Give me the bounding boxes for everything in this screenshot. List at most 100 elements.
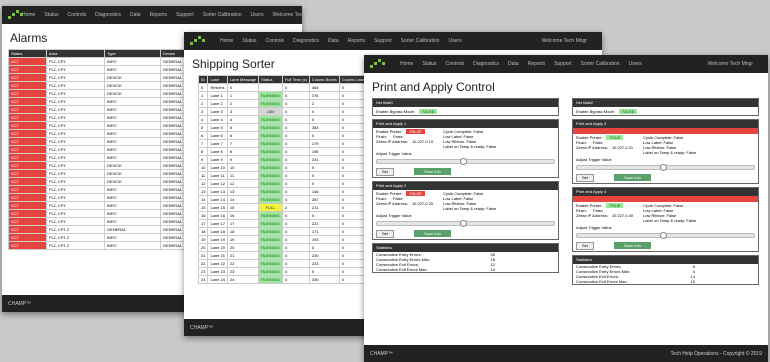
enable-toggle[interactable]: TRUE — [606, 135, 624, 140]
table-row[interactable]: 9 Lane 9 9 RUNNING 0 241 0 — [197, 155, 370, 164]
table-cell: 19 — [226, 235, 260, 244]
nav-item-home[interactable]: Home — [220, 38, 233, 44]
enable-toggle[interactable]: TRUE — [606, 203, 624, 208]
table-row[interactable]: 3 Lane 3 3 JAM 0 0 0 — [197, 107, 370, 116]
table-cell: INFO — [103, 97, 161, 106]
table-row[interactable]: 7 Lane 7 7 RUNNING 0 179 0 — [197, 139, 370, 148]
nav-item-users[interactable]: Users — [629, 61, 642, 67]
set-button[interactable]: Set — [576, 241, 595, 250]
trigger-slider[interactable] — [376, 220, 555, 227]
table-cell: 0 — [308, 211, 340, 220]
table-row[interactable]: 24 Lane 24 24 RUNNING 0 330 0 — [197, 275, 370, 284]
nav-item-status[interactable]: Status — [422, 61, 436, 67]
table-cell: 233 — [308, 259, 340, 268]
table-row[interactable]: 0 Returns 0 0 464 0 — [197, 83, 370, 92]
table-row[interactable]: 14 Lane 14 14 RUNNING 0 287 0 — [197, 195, 370, 204]
nav-item-data[interactable]: Data — [130, 12, 141, 18]
table-row[interactable]: 20 Lane 20 20 RUNNING 0 0 0 — [197, 243, 370, 252]
slider-thumb[interactable] — [660, 232, 668, 239]
set-button[interactable]: Set — [376, 229, 395, 238]
nav-item-reports[interactable]: Reports — [150, 12, 168, 18]
enable-toggle[interactable]: FALSE — [406, 129, 425, 134]
table-cell: 0 — [308, 267, 340, 276]
table-row[interactable]: 2 Lane 2 2 RUNNING 0 2 0 — [197, 99, 370, 108]
status-line: Label on Tamp & ready: False — [643, 218, 697, 223]
nav-item-diagnostics[interactable]: Diagnostics — [473, 61, 499, 67]
table-row[interactable]: 1 Lane 1 1 RUNNING 0 376 0 — [197, 91, 370, 100]
table-cell: PLC CP1 2 — [45, 225, 105, 234]
table-row[interactable]: 21 Lane 21 21 RUNNING 0 230 0 — [197, 251, 370, 260]
table-cell: PLC CP1 — [45, 97, 105, 106]
nav-item-controls[interactable]: Controls — [68, 12, 87, 18]
mab-panel: Set Mab2 Enable Bypass Mode: FALSE — [572, 98, 759, 116]
welcome-user-menu[interactable]: Welcome Tech Mngr — [708, 61, 753, 67]
nav-item-sorter-calibration[interactable]: Sorter Calibration — [581, 61, 620, 67]
nav-item-support[interactable]: Support — [374, 38, 392, 44]
trigger-slider[interactable] — [576, 164, 755, 171]
table-row[interactable]: 8 Lane 8 8 RUNNING 0 195 0 — [197, 147, 370, 156]
table-row[interactable]: 13 Lane 13 13 RUNNING 0 146 0 — [197, 187, 370, 196]
save-info-button[interactable]: Save Info — [614, 174, 651, 181]
save-info-button[interactable]: Save Info — [414, 168, 451, 175]
nav-item-controls[interactable]: Controls — [446, 61, 465, 67]
table-cell: PLC CP1 2 — [45, 241, 105, 250]
lane-status-cell: RUNNING — [258, 211, 283, 220]
nav-item-users[interactable]: Users — [251, 12, 264, 18]
nav-item-sorter-calibration[interactable]: Sorter Calibration — [401, 38, 440, 44]
table-row[interactable]: 16 Lane 16 16 RUNNING 0 0 0 — [197, 211, 370, 220]
table-row[interactable]: 19 Lane 19 19 RUNNING 0 193 0 — [197, 235, 370, 244]
table-row[interactable]: 4 Lane 4 4 RUNNING 0 0 0 — [197, 115, 370, 124]
trigger-slider[interactable] — [376, 158, 555, 165]
table-row[interactable]: 23 Lane 23 23 RUNNING 0 0 0 — [197, 267, 370, 276]
nav-item-controls[interactable]: Controls — [266, 38, 285, 44]
ip-value: 10.227.0.31 — [611, 145, 634, 150]
table-row[interactable]: 15 Lane 15 15 FULL 2 211 0 — [197, 203, 370, 212]
nav-item-data[interactable]: Data — [328, 38, 339, 44]
nav-item-reports[interactable]: Reports — [528, 61, 546, 67]
alarm-status-cell: ACT — [8, 209, 47, 218]
table-row[interactable]: 22 Lane 22 22 RUNNING 0 233 0 — [197, 259, 370, 268]
table-cell: Lane 11 — [207, 171, 228, 180]
nav-item-support[interactable]: Support — [554, 61, 572, 67]
set-button[interactable]: Set — [576, 173, 595, 182]
table-cell: Lane 1 — [207, 91, 228, 100]
trigger-slider[interactable] — [576, 232, 755, 239]
nav-item-status[interactable]: Status — [44, 12, 58, 18]
enable-toggle[interactable]: FALSE — [406, 191, 425, 196]
nav-item-home[interactable]: Home — [400, 61, 413, 67]
table-row[interactable]: 18 Lane 18 18 RUNNING 0 171 0 — [197, 227, 370, 236]
lane-status-cell: JAM — [258, 107, 283, 116]
set-button[interactable]: Set — [376, 167, 395, 176]
table-row[interactable]: 6 Lane 6 6 RUNNING 0 0 0 — [197, 131, 370, 140]
lane-status-cell: RUNNING — [258, 91, 283, 100]
nav-item-diagnostics[interactable]: Diagnostics — [293, 38, 319, 44]
save-info-button[interactable]: Save Info — [614, 242, 651, 249]
nav-item-diagnostics[interactable]: Diagnostics — [95, 12, 121, 18]
ip-value: 10.227.0.40 — [611, 213, 634, 218]
table-cell: INFO — [103, 129, 161, 138]
nav-item-reports[interactable]: Reports — [348, 38, 366, 44]
table-cell: 222 — [308, 219, 340, 228]
slider-thumb[interactable] — [460, 158, 468, 165]
trigger-label: Adjust Trigger Value — [376, 213, 412, 218]
nav-item-home[interactable]: Home — [22, 12, 35, 18]
nav-item-status[interactable]: Status — [242, 38, 256, 44]
bypass-toggle[interactable]: FALSE — [418, 108, 438, 114]
nav-item-users[interactable]: Users — [449, 38, 462, 44]
bypass-toggle[interactable]: FALSE — [618, 108, 638, 114]
welcome-user-menu[interactable]: Welcome Tech Mngr — [542, 38, 587, 44]
table-row[interactable]: 17 Lane 17 17 RUNNING 0 222 0 — [197, 219, 370, 228]
welcome-user-menu[interactable]: Welcome Tech Mngr — [273, 12, 302, 18]
slider-thumb[interactable] — [660, 164, 668, 171]
slider-thumb[interactable] — [460, 220, 468, 227]
table-row[interactable]: 5 Lane 5 5 RUNNING 0 383 0 — [197, 123, 370, 132]
table-row[interactable]: 10 Lane 10 10 RUNNING 0 0 0 — [197, 163, 370, 172]
panel-header: Set Mab2 — [573, 99, 758, 107]
nav-item-data[interactable]: Data — [508, 61, 519, 67]
table-cell: 0 — [281, 235, 310, 244]
table-row[interactable]: 11 Lane 11 11 RUNNING 0 0 0 — [197, 171, 370, 180]
table-row[interactable]: 12 Lane 12 12 RUNNING 0 0 0 — [197, 179, 370, 188]
nav-item-sorter-calibration[interactable]: Sorter Calibration — [203, 12, 242, 18]
save-info-button[interactable]: Save Info — [414, 230, 451, 237]
nav-item-support[interactable]: Support — [176, 12, 194, 18]
